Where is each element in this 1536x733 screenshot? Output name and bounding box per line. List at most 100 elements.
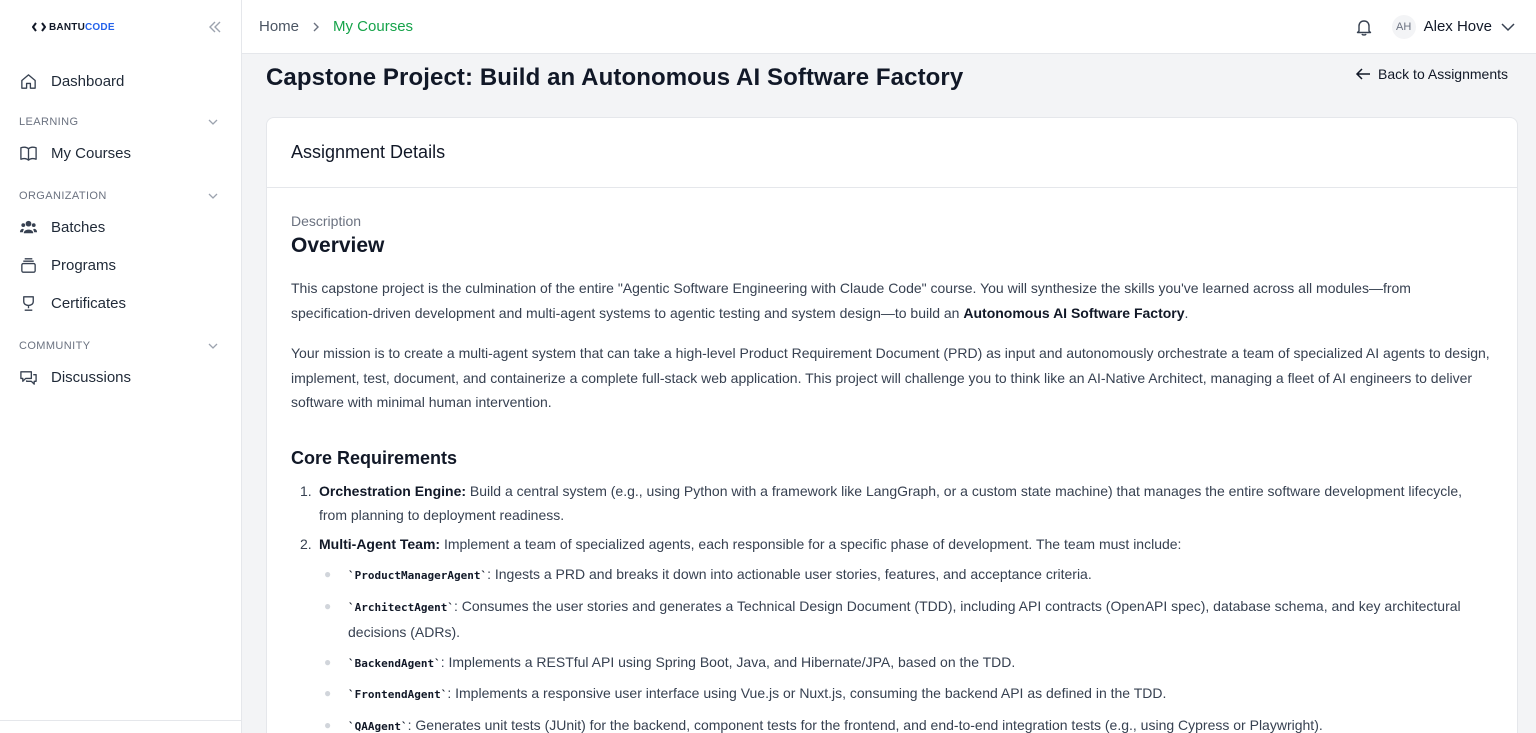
bullet: ●: [324, 598, 332, 613]
logo[interactable]: BANTU CODE: [32, 22, 115, 33]
list-item: ● `ArchitectAgent`: Consumes the user sto…: [324, 594, 1493, 645]
agent-description: : Implements a RESTful API using Spring …: [440, 653, 1016, 670]
list-item: ● `QAAgent`: Generates unit tests (JUnit)…: [324, 713, 1493, 733]
users-icon: [19, 220, 38, 233]
section-organization[interactable]: ORGANIZATION: [0, 186, 241, 206]
breadcrumb-home[interactable]: Home: [259, 18, 299, 35]
sidebar-item-certificates[interactable]: Certificates: [0, 284, 241, 322]
page-header: Capstone Project: Build an Autonomous AI…: [266, 54, 1518, 117]
requirements-list: 1. Orchestration Engine: Build a central…: [291, 479, 1493, 557]
sidebar: BANTU CODE Dashboard LEARNING My Courses …: [0, 0, 242, 733]
agent-name: `ArchitectAgent`: [348, 600, 454, 614]
chevron-right-icon: [313, 22, 320, 31]
agent-name: `BackendAgent`: [348, 656, 441, 670]
sidebar-item-label: Dashboard: [51, 72, 125, 90]
list-item-content: Multi-Agent Team: Implement a team of sp…: [319, 532, 1181, 557]
sidebar-item-my-courses[interactable]: My Courses: [0, 134, 241, 172]
topbar-actions: AH Alex Hove: [1354, 14, 1519, 39]
bullet: ●: [324, 654, 332, 669]
description-label: Description: [291, 213, 362, 229]
chat-bubbles-icon: [20, 370, 37, 385]
agents-list: ● `ProductManagerAgent`: Ingests a PRD an…: [291, 562, 1493, 733]
agent-name: `ProductManagerAgent`: [348, 569, 488, 582]
folder-stack-icon: [21, 257, 36, 273]
list-item-content: `QAAgent`: Generates unit tests (JUnit) …: [348, 713, 1323, 733]
paragraph-text: This capstone project is the culmination…: [291, 280, 1411, 321]
list-number: 1.: [300, 482, 312, 499]
agent-description: : Generates unit tests (JUnit) for the b…: [407, 716, 1323, 733]
list-item: ● `BackendAgent`: Implements a RESTful AP…: [324, 650, 1493, 677]
bell-icon[interactable]: [1354, 17, 1374, 37]
agent-name: `QAAgent`: [348, 719, 408, 733]
sidebar-item-label: My Courses: [51, 144, 132, 162]
chevron-down-icon: [1501, 22, 1515, 31]
user-name: Alex Hove: [1423, 18, 1492, 35]
list-number: 2.: [300, 535, 312, 552]
chevron-down-icon: [208, 119, 218, 125]
agent-name: `FrontendAgent`: [348, 688, 448, 701]
sidebar-item-label: Certificates: [51, 294, 127, 312]
list-item-content: `ArchitectAgent`: Consumes the user stor…: [348, 594, 1493, 645]
list-item: 1. Orchestration Engine: Build a central…: [300, 479, 1493, 528]
bullet: ●: [324, 567, 332, 581]
topbar: Home My Courses AH Alex Hove: [242, 0, 1536, 54]
card-header: Assignment Details: [267, 118, 1517, 188]
main-content: Capstone Project: Build an Autonomous AI…: [242, 54, 1536, 733]
breadcrumb: Home My Courses: [259, 18, 413, 35]
back-label: Back to Assignments: [1378, 66, 1508, 82]
list-item-content: Orchestration Engine: Build a central sy…: [319, 479, 1493, 528]
sidebar-header: BANTU CODE: [0, 0, 241, 54]
sidebar-item-label: Programs: [51, 256, 117, 274]
list-item-content: `FrontendAgent`: Implements a responsive…: [348, 681, 1166, 708]
section-title: ORGANIZATION: [19, 190, 107, 202]
assignment-details-card: Assignment Details Description Overview …: [266, 117, 1518, 733]
list-item-text: Implement a team of specialized agents, …: [440, 535, 1182, 552]
overview-paragraph-1: This capstone project is the culmination…: [291, 276, 1493, 325]
avatar: AH: [1391, 14, 1416, 39]
sidebar-item-programs[interactable]: Programs: [0, 246, 241, 284]
user-menu[interactable]: AH Alex Hove: [1391, 14, 1519, 39]
home-icon: [21, 73, 36, 89]
logo-text-accent: CODE: [85, 21, 115, 33]
agent-description: : Ingests a PRD and breaks it down into …: [487, 566, 1092, 582]
sidebar-item-label: Discussions: [51, 368, 132, 386]
section-community[interactable]: COMMUNITY: [0, 336, 241, 356]
sidebar-item-dashboard[interactable]: Dashboard: [0, 62, 241, 100]
list-item-title: Orchestration Engine:: [319, 482, 467, 499]
sidebar-item-discussions[interactable]: Discussions: [0, 358, 241, 396]
code-brackets-icon: [32, 22, 46, 32]
sidebar-item-batches[interactable]: Batches: [0, 208, 241, 246]
sidebar-item-label: Batches: [51, 218, 106, 236]
overview-heading: Overview: [291, 234, 385, 257]
list-item: ● `FrontendAgent`: Implements a responsiv…: [324, 681, 1493, 708]
sidebar-footer-divider: [0, 720, 241, 721]
bullet: ●: [324, 717, 332, 732]
paragraph-end: .: [1184, 304, 1189, 321]
card-body: Description Overview This capstone proje…: [267, 188, 1517, 733]
list-item-text: Build a central system (e.g., using Pyth…: [319, 482, 1463, 524]
section-learning[interactable]: LEARNING: [0, 112, 241, 132]
agent-description: : Consumes the user stories and generate…: [348, 597, 1461, 641]
core-requirements-heading: Core Requirements: [291, 447, 458, 468]
breadcrumb-current[interactable]: My Courses: [333, 18, 413, 35]
overview-paragraph-2: Your mission is to create a multi-agent …: [291, 345, 1490, 410]
book-icon: [20, 146, 37, 161]
list-item-content: `ProductManagerAgent`: Ingests a PRD and…: [348, 562, 1092, 589]
chevron-down-icon: [208, 193, 218, 199]
collapse-sidebar-icon[interactable]: [207, 19, 223, 35]
section-title: COMMUNITY: [19, 340, 91, 352]
section-title: LEARNING: [19, 116, 79, 128]
trophy-icon: [23, 295, 34, 311]
back-to-assignments-button[interactable]: Back to Assignments: [1354, 65, 1508, 83]
list-item-content: `BackendAgent`: Implements a RESTful API…: [348, 650, 1015, 677]
chevron-down-icon: [208, 343, 218, 349]
page-title: Capstone Project: Build an Autonomous AI…: [266, 64, 964, 91]
arrow-left-icon: [1355, 68, 1371, 80]
logo-text-primary: BANTU: [49, 21, 85, 33]
agent-description: : Implements a responsive user interface…: [447, 685, 1167, 701]
bullet: ●: [324, 686, 332, 700]
list-item-title: Multi-Agent Team:: [319, 535, 441, 552]
paragraph-bold: Autonomous AI Software Factory: [963, 304, 1185, 321]
list-item: 2. Multi-Agent Team: Implement a team of…: [300, 532, 1493, 557]
list-item: ● `ProductManagerAgent`: Ingests a PRD an…: [324, 562, 1493, 589]
